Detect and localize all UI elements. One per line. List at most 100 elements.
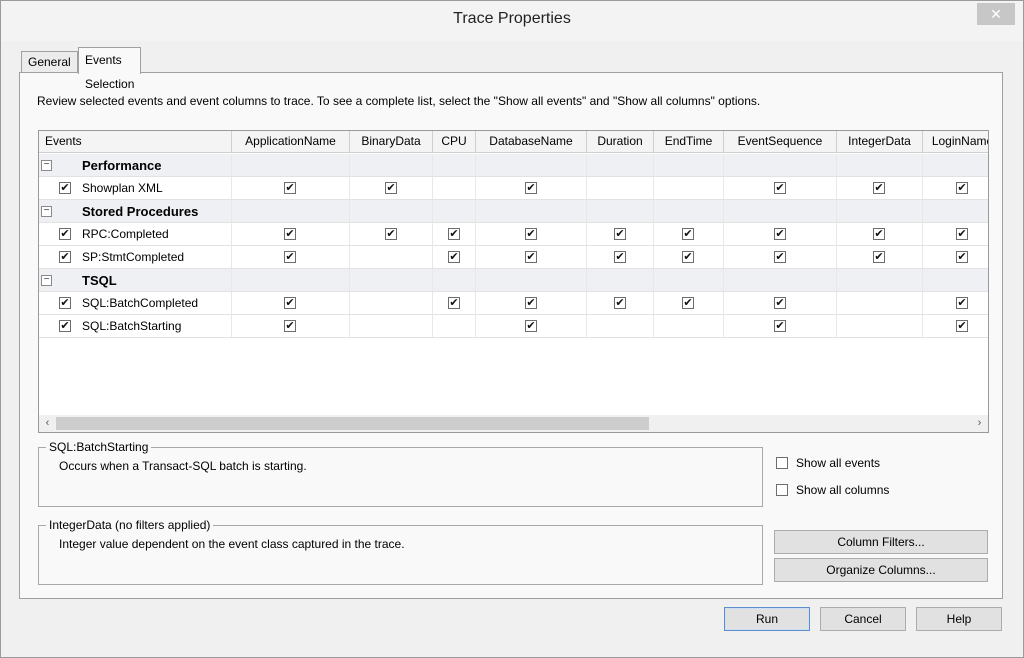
show-all-events-option[interactable]: Show all events [776, 456, 916, 472]
column-header[interactable]: LoginName [923, 131, 988, 152]
column-info-box: IntegerData (no filters applied) Integer… [38, 518, 763, 585]
event-info-description: Occurs when a Transact-SQL batch is star… [59, 459, 307, 473]
tab-events-selection[interactable]: Events Selection [78, 47, 142, 91]
event-checkbox[interactable]: ✔ [59, 251, 71, 263]
run-button[interactable]: Run [724, 607, 810, 631]
column-checkbox[interactable]: ✔ [873, 228, 885, 240]
column-header[interactable]: ApplicationName [232, 131, 350, 152]
column-checkbox[interactable]: ✔ [774, 182, 786, 194]
column-checkbox[interactable]: ✔ [448, 228, 460, 240]
horizontal-scrollbar[interactable]: ‹ › [39, 415, 988, 432]
column-checkbox[interactable]: ✔ [525, 320, 537, 332]
show-all-events-checkbox[interactable] [776, 457, 788, 469]
event-checkbox[interactable]: ✔ [59, 228, 71, 240]
grid-cell [837, 269, 923, 291]
column-header-events[interactable]: Events [39, 131, 232, 152]
column-checkbox[interactable]: ✔ [614, 297, 626, 309]
column-checkbox[interactable]: ✔ [448, 251, 460, 263]
column-checkbox[interactable]: ✔ [956, 251, 968, 263]
column-header[interactable]: Duration [587, 131, 654, 152]
column-checkbox[interactable]: ✔ [525, 182, 537, 194]
column-checkbox[interactable]: ✔ [525, 297, 537, 309]
column-checkbox[interactable]: ✔ [284, 251, 296, 263]
column-checkbox[interactable]: ✔ [956, 228, 968, 240]
grid-cell[interactable] [350, 315, 433, 337]
event-checkbox[interactable]: ✔ [59, 320, 71, 332]
grid-cell [433, 200, 476, 222]
event-row[interactable]: ✔ SQL:BatchStarting ✔ ✔ ✔ ✔ [39, 315, 988, 338]
grid-cell[interactable] [837, 292, 923, 314]
event-checkbox[interactable]: ✔ [59, 182, 71, 194]
grid-cell[interactable] [587, 177, 654, 199]
organize-columns-button[interactable]: Organize Columns... [774, 558, 988, 582]
grid-cell[interactable] [433, 177, 476, 199]
event-row[interactable]: ✔ RPC:Completed ✔ ✔ ✔ ✔ ✔ ✔ ✔ ✔ ✔ [39, 223, 988, 246]
column-filters-button[interactable]: Column Filters... [774, 530, 988, 554]
show-all-columns-checkbox[interactable] [776, 484, 788, 496]
column-checkbox[interactable]: ✔ [525, 251, 537, 263]
event-info-title: SQL:BatchStarting [46, 440, 152, 454]
grid-cell [350, 269, 433, 291]
column-checkbox[interactable]: ✔ [614, 251, 626, 263]
grid-cell [433, 154, 476, 176]
grid-cell[interactable] [654, 315, 724, 337]
column-checkbox[interactable]: ✔ [774, 297, 786, 309]
grid-cell [39, 154, 232, 176]
grid-cell [587, 269, 654, 291]
column-header[interactable]: IntegerData [837, 131, 923, 152]
column-checkbox[interactable]: ✔ [956, 297, 968, 309]
show-all-columns-option[interactable]: Show all columns [776, 483, 916, 499]
column-checkbox[interactable]: ✔ [284, 228, 296, 240]
grid-cell[interactable] [654, 177, 724, 199]
grid-cell[interactable] [350, 292, 433, 314]
column-checkbox[interactable]: ✔ [525, 228, 537, 240]
close-button[interactable]: ✕ [977, 3, 1015, 25]
column-checkbox[interactable]: ✔ [873, 182, 885, 194]
column-checkbox[interactable]: ✔ [614, 228, 626, 240]
column-checkbox[interactable]: ✔ [956, 320, 968, 332]
column-checkbox[interactable]: ✔ [682, 228, 694, 240]
events-grid[interactable]: Events ApplicationName BinaryData CPU Databa… [38, 130, 989, 433]
column-checkbox[interactable]: ✔ [284, 297, 296, 309]
cancel-button[interactable]: Cancel [820, 607, 906, 631]
event-group-row[interactable]: − Stored Procedures [39, 200, 988, 223]
column-header[interactable]: EndTime [654, 131, 724, 152]
column-header[interactable]: DatabaseName [476, 131, 587, 152]
grid-cell [654, 269, 724, 291]
event-name: Showplan XML [82, 181, 163, 195]
column-checkbox[interactable]: ✔ [682, 251, 694, 263]
grid-cell [39, 269, 232, 291]
scroll-left-icon[interactable]: ‹ [39, 415, 56, 432]
grid-cell [587, 200, 654, 222]
column-checkbox[interactable]: ✔ [284, 320, 296, 332]
column-checkbox[interactable]: ✔ [385, 228, 397, 240]
column-checkbox[interactable]: ✔ [873, 251, 885, 263]
grid-cell[interactable] [433, 315, 476, 337]
event-name: SP:StmtCompleted [82, 250, 185, 264]
column-checkbox[interactable]: ✔ [774, 251, 786, 263]
event-group-row[interactable]: − Performance [39, 154, 988, 177]
column-header[interactable]: CPU [433, 131, 476, 152]
help-button[interactable]: Help [916, 607, 1002, 631]
column-checkbox[interactable]: ✔ [956, 182, 968, 194]
event-checkbox[interactable]: ✔ [59, 297, 71, 309]
column-checkbox[interactable]: ✔ [682, 297, 694, 309]
scroll-thumb[interactable] [56, 417, 649, 430]
column-checkbox[interactable]: ✔ [448, 297, 460, 309]
column-header[interactable]: BinaryData [350, 131, 433, 152]
event-group-row[interactable]: − TSQL [39, 269, 988, 292]
grid-cell[interactable] [837, 315, 923, 337]
tab-general[interactable]: General [21, 51, 78, 73]
column-checkbox[interactable]: ✔ [284, 182, 296, 194]
grid-cell[interactable] [587, 315, 654, 337]
column-checkbox[interactable]: ✔ [774, 228, 786, 240]
column-header[interactable]: EventSequence [724, 131, 837, 152]
scroll-right-icon[interactable]: › [971, 415, 988, 432]
event-row[interactable]: ✔ Showplan XML ✔ ✔ ✔ ✔ ✔ ✔ [39, 177, 988, 200]
grid-cell[interactable] [350, 246, 433, 268]
event-row[interactable]: ✔ SQL:BatchCompleted ✔ ✔ ✔ ✔ ✔ ✔ ✔ [39, 292, 988, 315]
event-row[interactable]: ✔ SP:StmtCompleted ✔ ✔ ✔ ✔ ✔ ✔ ✔ ✔ [39, 246, 988, 269]
grid-cell [433, 269, 476, 291]
column-checkbox[interactable]: ✔ [774, 320, 786, 332]
column-checkbox[interactable]: ✔ [385, 182, 397, 194]
